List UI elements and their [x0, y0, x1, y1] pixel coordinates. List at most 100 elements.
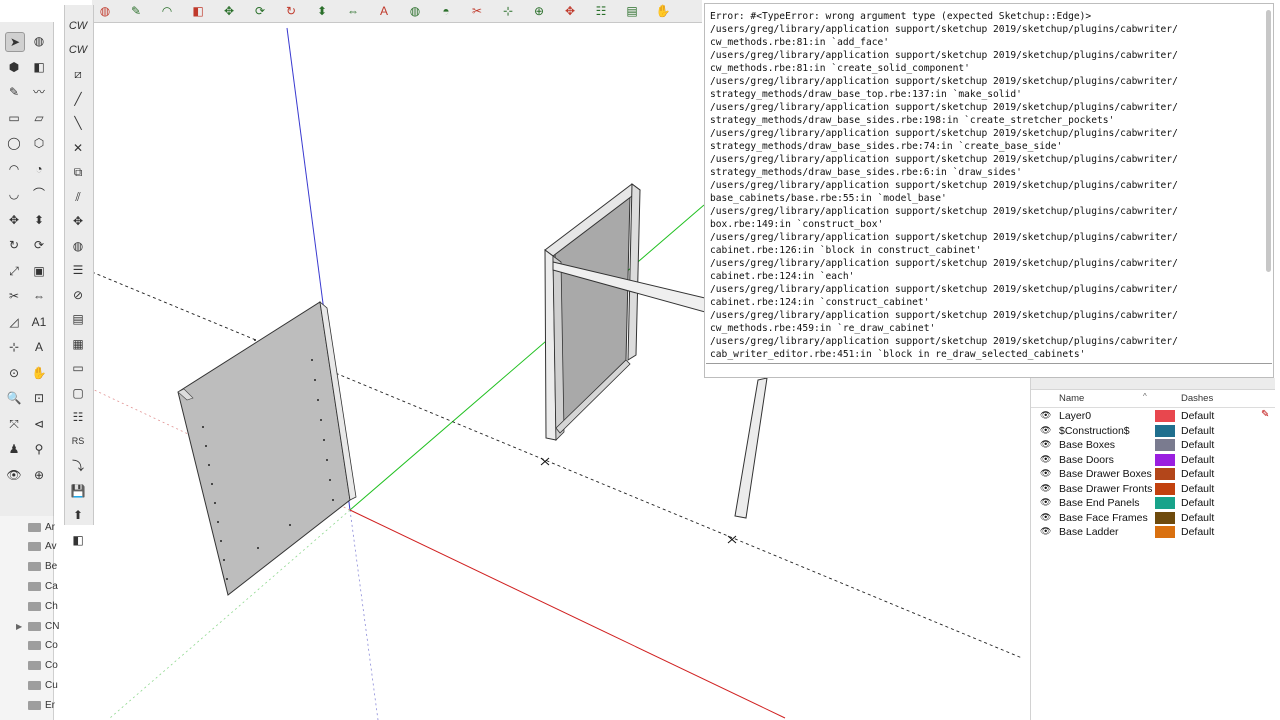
cabwriter-1-button[interactable]: CW [69, 17, 87, 35]
cw-page2-icon[interactable]: ▢ [69, 384, 87, 402]
push-pull-icon[interactable]: ⬍ [313, 2, 331, 20]
console-scrollbar[interactable] [1266, 10, 1271, 272]
pencil-icon[interactable]: ✎ [127, 2, 145, 20]
cw-line-icon[interactable]: ╱ [69, 90, 87, 108]
tape-icon[interactable]: ✂ [468, 2, 486, 20]
folder-item[interactable]: Ch [4, 597, 58, 615]
disclosure-arrow-icon[interactable]: ▶ [16, 622, 22, 631]
layer-name[interactable]: Base Ladder [1059, 525, 1119, 539]
pie-icon[interactable]: ◔ [30, 160, 48, 178]
tape-measure-icon[interactable]: ✂ [5, 287, 23, 305]
zoom-extents-icon[interactable]: ⤧ [5, 415, 23, 433]
two-point-arc-icon[interactable]: ◡ [5, 185, 23, 203]
layer-name[interactable]: Base Drawer Boxes [1059, 467, 1152, 481]
layer-name[interactable]: Base Drawer Fronts [1059, 482, 1152, 496]
visibility-eye-icon[interactable]: 👁 [1040, 440, 1051, 449]
layer-name[interactable]: Layer0 [1059, 409, 1091, 423]
cw-edit-icon[interactable]: ⧄ [69, 65, 87, 83]
pan-icon[interactable]: ✋ [30, 364, 48, 382]
move-icon[interactable]: ✥ [5, 211, 23, 229]
paint-icon[interactable]: ◍ [406, 2, 424, 20]
arc-icon[interactable]: ◠ [5, 160, 23, 178]
three-point-arc-icon[interactable]: ⌒ [30, 185, 48, 203]
layer-dashes[interactable]: Default [1181, 453, 1214, 467]
layer-name[interactable]: Base Boxes [1059, 438, 1115, 452]
layer-dashes[interactable]: Default [1181, 482, 1214, 496]
move-cross-icon[interactable]: ✥ [561, 2, 579, 20]
dashes-column-header[interactable]: Dashes [1181, 393, 1213, 404]
layer-color-swatch[interactable] [1155, 511, 1175, 524]
layer-name[interactable]: Base Face Frames [1059, 511, 1148, 525]
offset-icon[interactable]: ▣ [30, 262, 48, 280]
layer-color-swatch[interactable] [1155, 497, 1175, 509]
cw-rs-icon[interactable]: RS [69, 433, 87, 451]
layer-color-swatch[interactable] [1155, 526, 1175, 538]
follow-me-icon[interactable]: ⟳ [251, 2, 269, 20]
layer-name[interactable]: Base End Panels [1059, 496, 1140, 510]
folder-item[interactable]: Er [4, 696, 55, 714]
circle-icon[interactable]: ◯ [5, 134, 23, 152]
layer-dashes[interactable]: Default [1181, 467, 1214, 481]
cw-tag-icon[interactable]: ⊘ [69, 286, 87, 304]
folder-item[interactable]: Ca [4, 577, 58, 595]
layer-row[interactable]: 👁 $Construction$ Default [1031, 424, 1275, 438]
name-column-header[interactable]: Name [1059, 393, 1084, 404]
rectangle-icon[interactable]: ▭ [5, 109, 23, 127]
scale-icon[interactable]: ⤢ [5, 262, 23, 280]
zoom-previous-icon[interactable]: ⊲ [30, 415, 48, 433]
cw-cross-icon[interactable]: ✕ [69, 139, 87, 157]
cw-page-icon[interactable]: ▭ [69, 359, 87, 377]
layer-name[interactable]: Base Doors [1059, 453, 1114, 467]
visibility-eye-icon[interactable]: 👁 [1040, 512, 1051, 522]
layer-row[interactable]: 👁 Base Doors Default [1031, 453, 1275, 467]
orbit-icon[interactable]: ⊙ [5, 364, 23, 382]
cw-cube-icon[interactable]: ◧ [69, 531, 87, 549]
visibility-eye-icon[interactable]: 👁 [1040, 498, 1051, 507]
axes-icon[interactable]: ⊕ [530, 2, 548, 20]
cw-split-icon[interactable]: ⫽ [69, 188, 87, 206]
cw-group-icon[interactable]: ⧉ [69, 163, 87, 181]
arc-icon[interactable]: ◠ [158, 2, 176, 20]
axes-icon[interactable]: ⊹ [5, 338, 23, 356]
section-icon[interactable]: ◓ [437, 2, 455, 20]
move-icon[interactable]: ✥ [220, 2, 238, 20]
dimension-icon[interactable]: ⇔ [30, 287, 48, 305]
layer-color-swatch[interactable] [1155, 410, 1175, 422]
visibility-eye-icon[interactable]: 👁 [1040, 527, 1051, 536]
layer-name[interactable]: $Construction$ [1059, 424, 1130, 438]
zoom-icon[interactable]: 🔍 [5, 389, 23, 407]
cw-book-icon[interactable]: ▤ [69, 310, 87, 328]
layer-row[interactable]: 👁 Base Face Frames Default [1031, 511, 1275, 525]
push-pull-icon[interactable]: ⬍ [30, 211, 48, 229]
zoom-window-icon[interactable]: ⊡ [30, 389, 48, 407]
layer-dashes[interactable]: Default [1181, 409, 1214, 423]
cw-import-icon[interactable]: ⤵ [69, 457, 87, 475]
cw-list-icon[interactable]: ☰ [69, 261, 87, 279]
eraser-icon[interactable]: ◧ [30, 58, 48, 76]
console-input[interactable] [706, 363, 1272, 377]
rotated-rectangle-icon[interactable]: ▱ [30, 109, 48, 127]
folder-item[interactable]: Cu [4, 676, 58, 694]
folder-item[interactable]: ▶ CN [4, 617, 59, 635]
eraser-icon[interactable]: ◧ [189, 2, 207, 20]
pencil-icon[interactable]: ✎ [5, 83, 23, 101]
layer-color-swatch[interactable] [1155, 468, 1175, 480]
text-icon[interactable]: A1 [30, 313, 48, 331]
polygon-icon[interactable]: ⬡ [30, 134, 48, 152]
layer-row[interactable]: 👁 Base Drawer Fronts Default [1031, 482, 1275, 496]
cw-stack-icon[interactable]: ☷ [69, 408, 87, 426]
paint-icon[interactable]: ⬢ [5, 58, 23, 76]
layers-icon[interactable]: ☷ [592, 2, 610, 20]
layer-color-swatch[interactable] [1155, 482, 1175, 495]
layer-dashes[interactable]: Default [1181, 438, 1214, 452]
rotate-icon[interactable]: ↻ [282, 2, 300, 20]
cw-save-icon[interactable]: 💾 [69, 482, 87, 500]
folder-item[interactable]: Co [4, 657, 58, 675]
layer-row[interactable]: 👁 Base Ladder Default [1031, 525, 1275, 539]
layer-row[interactable]: 👁 Base Boxes Default [1031, 438, 1275, 452]
visibility-eye-icon[interactable]: 👁 [1040, 411, 1051, 420]
cabwriter-2-button[interactable]: CW [69, 41, 87, 59]
folder-item[interactable]: Co [4, 637, 58, 655]
cw-grid-icon[interactable]: ▦ [69, 335, 87, 353]
layer-row[interactable]: 👁 Base Drawer Boxes Default [1031, 467, 1275, 481]
